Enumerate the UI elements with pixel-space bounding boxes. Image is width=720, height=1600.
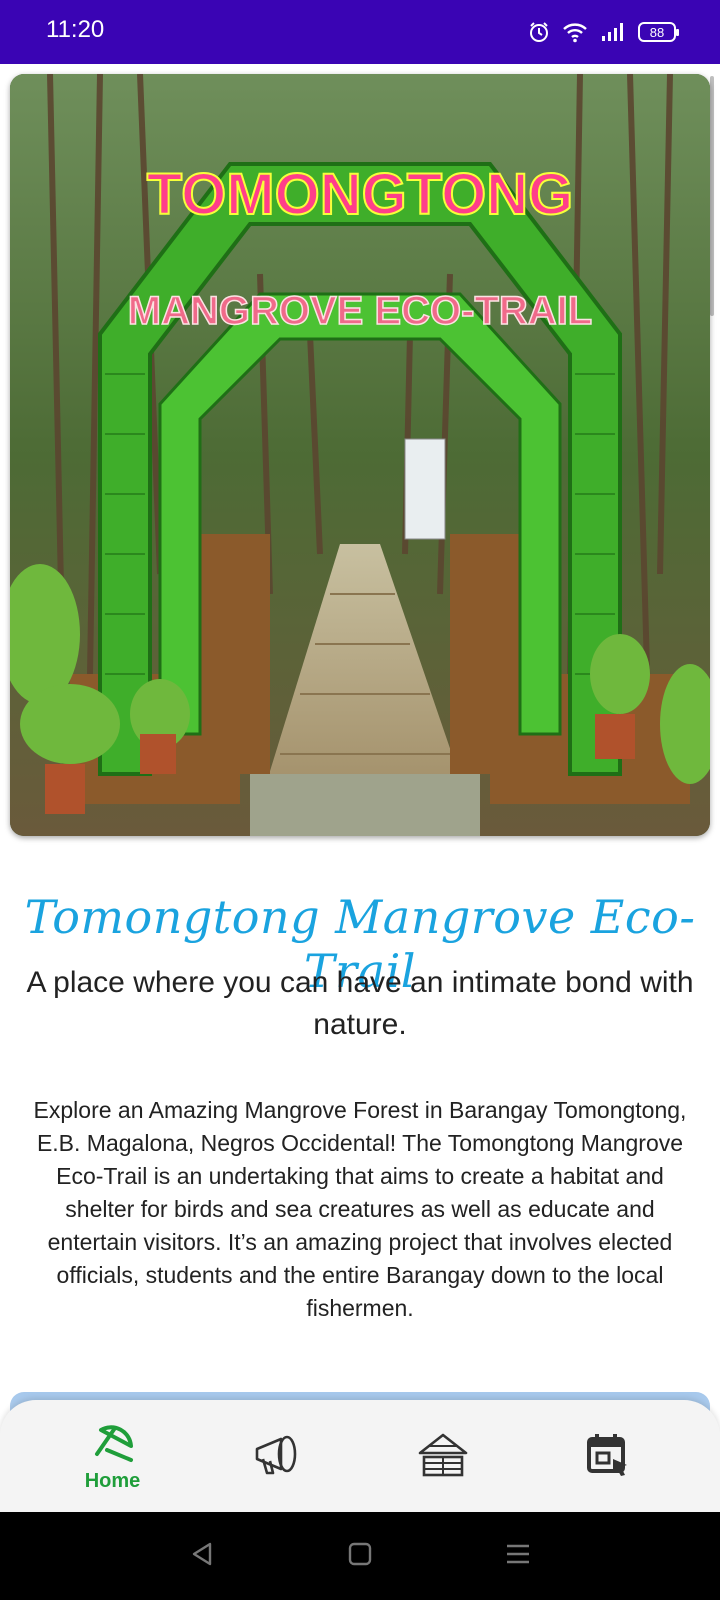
scrollbar-thumb[interactable] xyxy=(710,76,714,316)
nav-home-label: Home xyxy=(84,1469,141,1492)
megaphone-icon xyxy=(251,1431,305,1481)
calendar-icon xyxy=(583,1429,633,1483)
cottage-icon xyxy=(416,1429,470,1483)
wifi-icon xyxy=(562,21,588,43)
description: Explore an Amazing Mangrove Forest in Ba… xyxy=(33,1097,687,1321)
status-time: 11:20 xyxy=(46,16,105,43)
nav-announcements[interactable] xyxy=(218,1406,338,1506)
alarm-icon xyxy=(528,21,550,43)
status-bar: 11:20 88 xyxy=(0,0,720,64)
back-icon[interactable] xyxy=(188,1540,216,1572)
status-icons: 88 xyxy=(528,18,679,46)
nav-accommodations[interactable] xyxy=(383,1406,503,1506)
umbrella-home-icon xyxy=(91,1420,135,1468)
tagline: A place where you can have an intimate b… xyxy=(26,966,694,1041)
nav-bookings[interactable] xyxy=(548,1406,668,1506)
battery-icon: 88 xyxy=(638,22,679,42)
sign-bottom-text: MANGROVE ECO-TRAIL xyxy=(128,289,592,333)
sign-top-text: TOMONGTONG xyxy=(147,162,573,227)
signal-icon xyxy=(600,21,626,43)
home-square-icon[interactable] xyxy=(346,1540,374,1572)
recents-icon[interactable] xyxy=(504,1540,532,1572)
bottom-navigation: Home xyxy=(0,1400,720,1512)
nav-home[interactable]: Home xyxy=(53,1406,173,1506)
hero-image: TOMONGTONG MANGROVE ECO-TRAIL xyxy=(10,74,710,836)
system-navigation xyxy=(0,1512,720,1600)
home-content[interactable]: TOMONGTONG MANGROVE ECO-TRAIL Tomongtong… xyxy=(0,64,720,1512)
